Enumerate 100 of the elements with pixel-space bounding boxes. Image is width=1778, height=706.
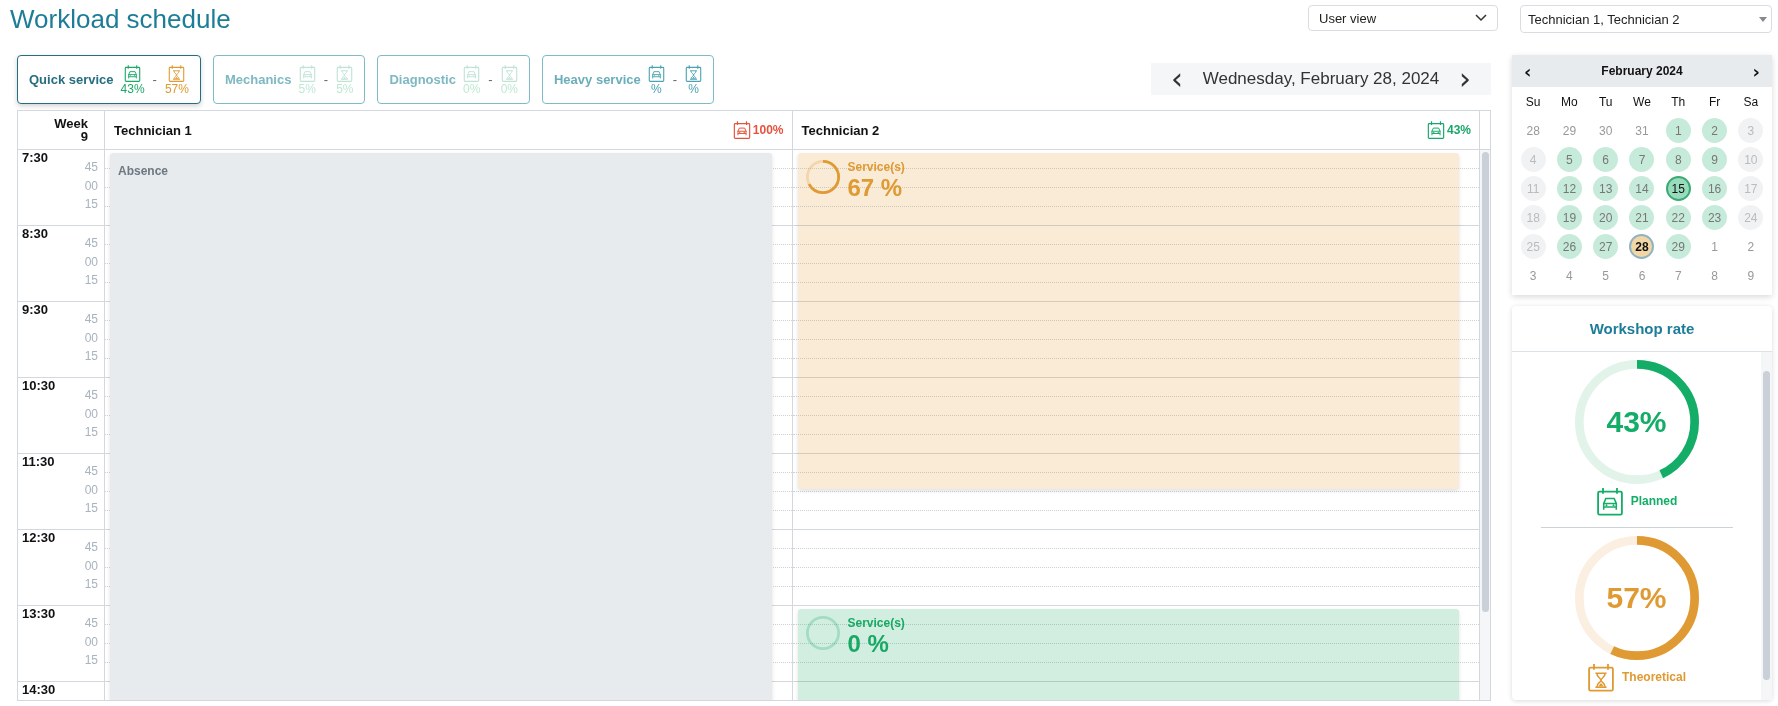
calendar-day[interactable]: 6 (1593, 147, 1619, 172)
minute-label: 15 (84, 348, 98, 365)
scrollbar-thumb[interactable] (1482, 152, 1489, 612)
gauge-value: 43% (1606, 405, 1667, 439)
calendar-hourglass-icon (336, 64, 354, 83)
service-percent: 0 % (847, 630, 890, 658)
next-month-button[interactable]: › (1748, 60, 1764, 82)
service-label: Service(s) (847, 160, 905, 174)
service-block[interactable]: Service(s) 67 % (797, 153, 1459, 489)
planned-rate: % (650, 82, 662, 95)
separator-text: - (323, 72, 329, 87)
calendar-day[interactable]: 3 (1520, 263, 1546, 288)
week-number: 9 (80, 130, 88, 143)
week-label: Week (54, 117, 88, 130)
calendar-day[interactable]: 28 (1629, 234, 1655, 259)
minute-label: 45 (84, 159, 98, 176)
calendar-day[interactable]: 7 (1665, 263, 1691, 288)
hour-label: 10:30 (22, 378, 56, 395)
calendar-day[interactable]: 1 (1702, 234, 1728, 259)
minute-label: 45 (84, 387, 98, 404)
calendar-day[interactable]: 19 (1556, 205, 1582, 230)
calendar-day[interactable]: 2 (1702, 118, 1728, 143)
scrollbar-thumb[interactable] (1763, 371, 1770, 680)
calendar-day[interactable]: 21 (1629, 205, 1655, 230)
hour-label: 14:30 (22, 682, 56, 699)
previous-month-button[interactable]: ‹ (1520, 60, 1536, 82)
calendar-day[interactable]: 5 (1556, 147, 1582, 172)
calendar-day[interactable]: 29 (1665, 234, 1691, 259)
service-percent: 67 % (847, 174, 904, 202)
absence-label: Absence (118, 164, 169, 178)
calendar-day[interactable]: 7 (1629, 147, 1655, 172)
separator-text: - (488, 72, 493, 87)
minute-label: 15 (84, 576, 98, 593)
calendar-day[interactable]: 22 (1665, 205, 1691, 230)
current-date: Wednesday, February 28, 2024 (1202, 69, 1440, 89)
previous-day-button[interactable]: ‹ (1167, 65, 1187, 93)
planned-rate: 5% (298, 82, 316, 95)
weekday-label: Sa (1742, 93, 1760, 111)
calendar-day[interactable]: 27 (1593, 234, 1619, 259)
theoretical-rate: 57% (164, 82, 189, 95)
calendar-car-icon (647, 64, 665, 83)
calendar-day[interactable]: 8 (1702, 263, 1728, 288)
calendar-day[interactable]: 2 (1738, 234, 1764, 259)
calendar-car-icon (463, 64, 481, 83)
minute-label: 15 (84, 196, 98, 213)
calendar-day[interactable]: 1 (1665, 118, 1691, 143)
technician-name: Technician 2 (801, 122, 880, 138)
calendar-day[interactable]: 29 (1556, 118, 1582, 143)
calendar-day[interactable]: 14 (1629, 176, 1655, 201)
planned-rate: 0% (462, 82, 481, 95)
minute-label: 45 (84, 615, 98, 632)
calendar-day[interactable]: 30 (1593, 118, 1619, 143)
calendar-day[interactable]: 13 (1593, 176, 1619, 201)
calendar-day[interactable]: 8 (1665, 147, 1691, 172)
calendar-day[interactable]: 15 (1665, 176, 1691, 201)
next-day-button[interactable]: › (1455, 65, 1475, 93)
chevron-down-icon (1475, 14, 1487, 22)
technician-rate: 100% (752, 123, 784, 137)
theoretical-rate: % (688, 82, 699, 95)
minute-label: 00 (84, 557, 98, 575)
gauge-label: Planned (1630, 494, 1678, 509)
hour-label: 11:30 (22, 454, 55, 471)
absence-block[interactable]: Absence (110, 153, 772, 700)
calendar-hourglass-icon (500, 64, 518, 83)
minute-label: 00 (84, 253, 98, 271)
view-dropdown[interactable]: User view (1308, 5, 1498, 31)
calendar-car-icon (298, 64, 316, 83)
category-tab[interactable]: Quick service 43% - 57% (17, 55, 201, 104)
calendar-hourglass-icon (168, 64, 186, 83)
minute-label: 15 (84, 272, 98, 289)
page-title: Workload schedule (10, 4, 231, 34)
hour-label: 7:30 (22, 150, 49, 167)
progress-ring (805, 160, 840, 194)
technician-dropdown[interactable]: Technician 1, Technician 2 (1520, 5, 1772, 33)
calendar-day[interactable]: 31 (1629, 118, 1655, 143)
minute-label: 00 (84, 633, 98, 651)
minute-label: 00 (84, 481, 98, 499)
calendar-car-icon (1426, 120, 1445, 140)
minute-label: 15 (84, 652, 98, 669)
calendar-day[interactable]: 16 (1702, 176, 1728, 201)
calendar-day[interactable]: 12 (1556, 176, 1582, 201)
calendar-day[interactable]: 9 (1738, 263, 1764, 288)
weekday-label: Th (1670, 93, 1687, 111)
calendar-day[interactable]: 26 (1556, 234, 1582, 259)
card-title: Workshop rate (1512, 306, 1772, 352)
calendar-day[interactable]: 28 (1520, 118, 1546, 143)
technician-rate: 43% (1446, 123, 1471, 137)
weekday-label: Mo (1560, 93, 1579, 111)
calendar-day[interactable]: 6 (1629, 263, 1655, 288)
calendar-car-icon (732, 120, 751, 140)
service-block[interactable]: Service(s) 0 % (797, 609, 1459, 700)
calendar-day[interactable]: 20 (1593, 205, 1619, 230)
weekday-label: Fr (1707, 93, 1722, 111)
category-tab[interactable]: Heavy service % - % (542, 55, 715, 104)
calendar-day[interactable]: 4 (1556, 263, 1582, 288)
calendar-day[interactable]: 23 (1702, 205, 1728, 230)
calendar-day[interactable]: 9 (1702, 147, 1728, 172)
calendar-day[interactable]: 5 (1593, 263, 1619, 288)
minute-label: 15 (84, 500, 98, 517)
minute-label: 00 (84, 329, 98, 347)
